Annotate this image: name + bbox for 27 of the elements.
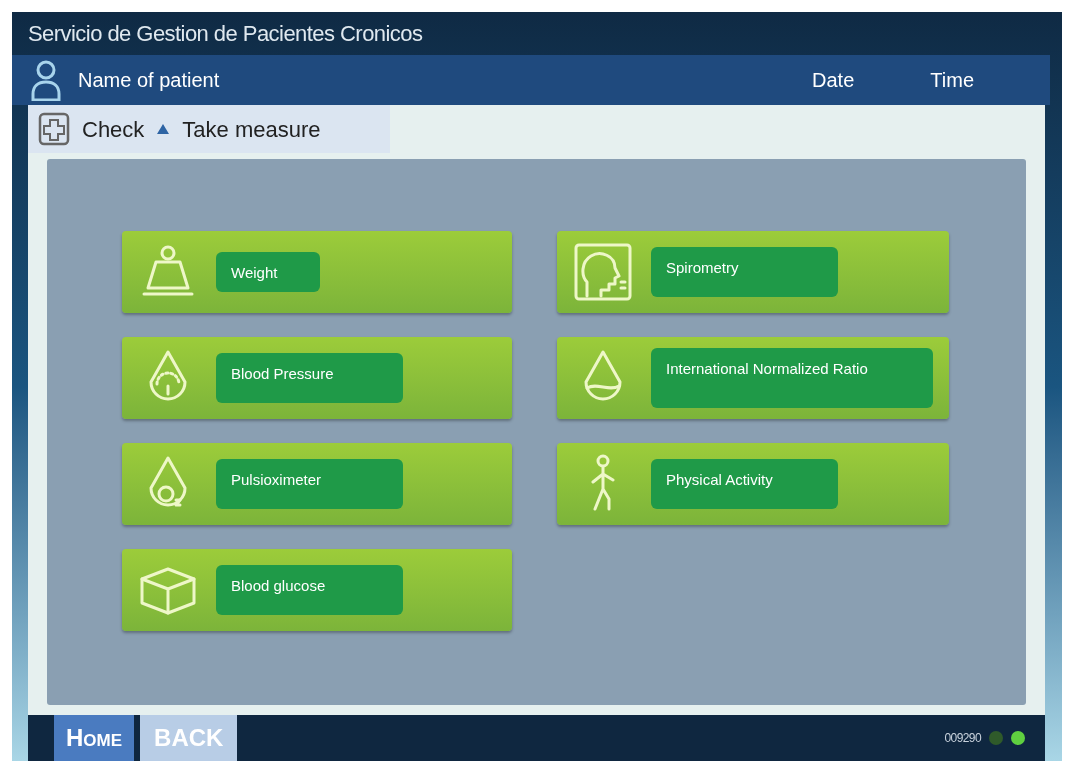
cube-icon: [138, 565, 198, 615]
triangle-icon: [156, 123, 171, 135]
measure-label: Weight: [216, 252, 320, 292]
measure-label: Spirometry: [651, 247, 838, 297]
measure-label: Blood glucose: [216, 565, 403, 615]
patient-name: Name of patient: [78, 68, 220, 93]
breadcrumb-check[interactable]: Check: [82, 112, 145, 146]
time-label: Time: [930, 68, 974, 93]
measure-tile[interactable]: Pulsioximeter: [122, 443, 512, 525]
measure-tile[interactable]: Weight: [122, 231, 512, 313]
medical-cross-icon: [38, 112, 70, 146]
date-label: Date: [812, 68, 855, 93]
measure-tile[interactable]: Blood Pressure: [122, 337, 512, 419]
measure-label: Physical Activity: [651, 459, 838, 509]
user-icon: [30, 59, 62, 101]
measure-tile[interactable]: Blood glucose: [122, 549, 512, 631]
breadcrumb-take-measure[interactable]: Take measure: [182, 112, 321, 146]
home-button[interactable]: Home: [54, 715, 135, 761]
measure-tile[interactable]: International Normalized Ratio: [557, 337, 949, 419]
measure-tile[interactable]: Spirometry: [557, 231, 949, 313]
measure-label: Blood Pressure: [216, 353, 403, 403]
measure-tile[interactable]: Physical Activity: [557, 443, 949, 525]
device-code: 009290: [944, 730, 981, 747]
measure-label: International Normalized Ratio: [651, 348, 933, 408]
measure-label: Pulsioximeter: [216, 459, 403, 509]
app-title: Servicio de Gestion de Pacientes Cronicos: [28, 20, 423, 48]
head-profile-icon: [573, 242, 633, 302]
